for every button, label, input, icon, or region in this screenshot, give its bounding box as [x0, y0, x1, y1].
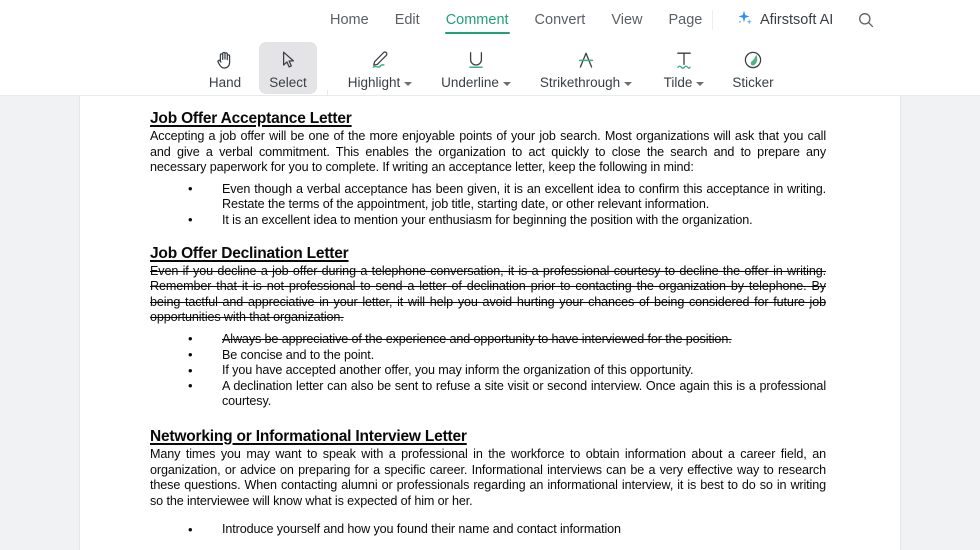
- paragraph-declination-struck[interactable]: Even if you decline a job offer during a…: [150, 264, 826, 326]
- tool-hand-label: Hand: [208, 75, 242, 90]
- list-item: Even though a verbal acceptance has been…: [150, 181, 826, 213]
- menu-tab-label: Edit: [394, 12, 420, 28]
- afirstsoft-ai-label: Afirstsoft AI: [760, 12, 834, 28]
- hand-icon: [213, 47, 237, 73]
- menu-tab-label: View: [611, 12, 643, 28]
- tool-sticker-label: Sticker: [732, 75, 774, 90]
- list-item-clipped: Introduce yourself and how you found the…: [150, 522, 826, 538]
- menu-bar: Home Edit Comment Convert View Page Afir…: [0, 0, 980, 40]
- menu-tab-view[interactable]: View: [598, 0, 655, 40]
- menu-tab-edit[interactable]: Edit: [382, 0, 433, 40]
- list-item: Be concise and to the point.: [150, 347, 826, 364]
- chevron-down-icon[interactable]: [696, 81, 705, 86]
- heading-networking-interview: Networking or Informational Interview Le…: [150, 427, 467, 445]
- menu-tab-group: Home Edit Comment Convert View Page: [317, 0, 715, 40]
- tool-highlight[interactable]: Highlight: [338, 42, 422, 94]
- list-item: A declination letter can also be sent to…: [150, 378, 826, 410]
- tool-select[interactable]: Select: [259, 42, 317, 94]
- strikethrough-icon: [573, 47, 599, 73]
- heading-job-offer-acceptance: Job Offer Acceptance Letter: [150, 110, 352, 127]
- pdf-page[interactable]: Job Offer Acceptance Letter Accepting a …: [80, 96, 900, 550]
- tool-tilde-label: Tilde: [664, 75, 705, 90]
- chevron-down-icon[interactable]: [624, 81, 633, 86]
- tool-highlight-label: Highlight: [348, 75, 413, 90]
- heading-job-offer-declination: Job Offer Declination Letter: [150, 244, 349, 262]
- list-item[interactable]: Always be appreciative of the experience…: [150, 331, 826, 348]
- tool-strikethrough[interactable]: Strikethrough: [530, 42, 642, 94]
- tool-underline[interactable]: Underline: [434, 42, 518, 94]
- menu-divider: [712, 10, 713, 30]
- chevron-down-icon[interactable]: [404, 81, 413, 86]
- annotation-toolbar: Hand Select Highlight Underline Striketh…: [0, 40, 980, 128]
- menu-tab-comment[interactable]: Comment: [433, 0, 522, 40]
- bullet-list-acceptance: Even though a verbal acceptance has been…: [150, 181, 826, 229]
- afirstsoft-ai-button[interactable]: Afirstsoft AI: [735, 8, 833, 32]
- menu-tab-label: Home: [330, 12, 369, 28]
- menu-tab-convert[interactable]: Convert: [522, 0, 599, 40]
- tool-select-label: Select: [269, 75, 307, 90]
- tool-hand[interactable]: Hand: [198, 42, 252, 94]
- bullet-list-declination: Always be appreciative of the experience…: [150, 331, 826, 410]
- search-icon[interactable]: [855, 9, 877, 31]
- document-content: Job Offer Acceptance Letter Accepting a …: [150, 110, 826, 538]
- menu-tab-home[interactable]: Home: [317, 0, 382, 40]
- list-item: It is an excellent idea to mention your …: [150, 212, 826, 229]
- document-canvas[interactable]: Job Offer Acceptance Letter Accepting a …: [0, 96, 980, 550]
- tool-strikethrough-label: Strikethrough: [540, 75, 633, 90]
- sticker-icon: [740, 47, 766, 73]
- paragraph-acceptance-intro: Accepting a job offer will be one of the…: [150, 129, 826, 175]
- chevron-down-icon[interactable]: [502, 81, 511, 86]
- list-item: If you have accepted another offer, you …: [150, 363, 826, 379]
- application-window: Home Edit Comment Convert View Page Afir…: [0, 0, 980, 550]
- menu-tab-label: Comment: [445, 12, 509, 28]
- highlight-pen-icon: [367, 47, 393, 73]
- menu-tab-label: Page: [668, 12, 703, 28]
- sparkle-icon: [735, 9, 753, 32]
- tool-sticker[interactable]: Sticker: [722, 42, 784, 94]
- tilde-icon: [671, 47, 697, 73]
- paragraph-networking-intro: Many times you may want to speak with a …: [150, 446, 826, 508]
- tool-tilde[interactable]: Tilde: [652, 42, 716, 94]
- tool-underline-label: Underline: [441, 75, 511, 90]
- menu-tab-page[interactable]: Page: [656, 0, 716, 40]
- cursor-arrow-icon: [276, 47, 300, 73]
- menu-tab-label: Convert: [534, 12, 586, 28]
- underline-icon: [463, 47, 489, 73]
